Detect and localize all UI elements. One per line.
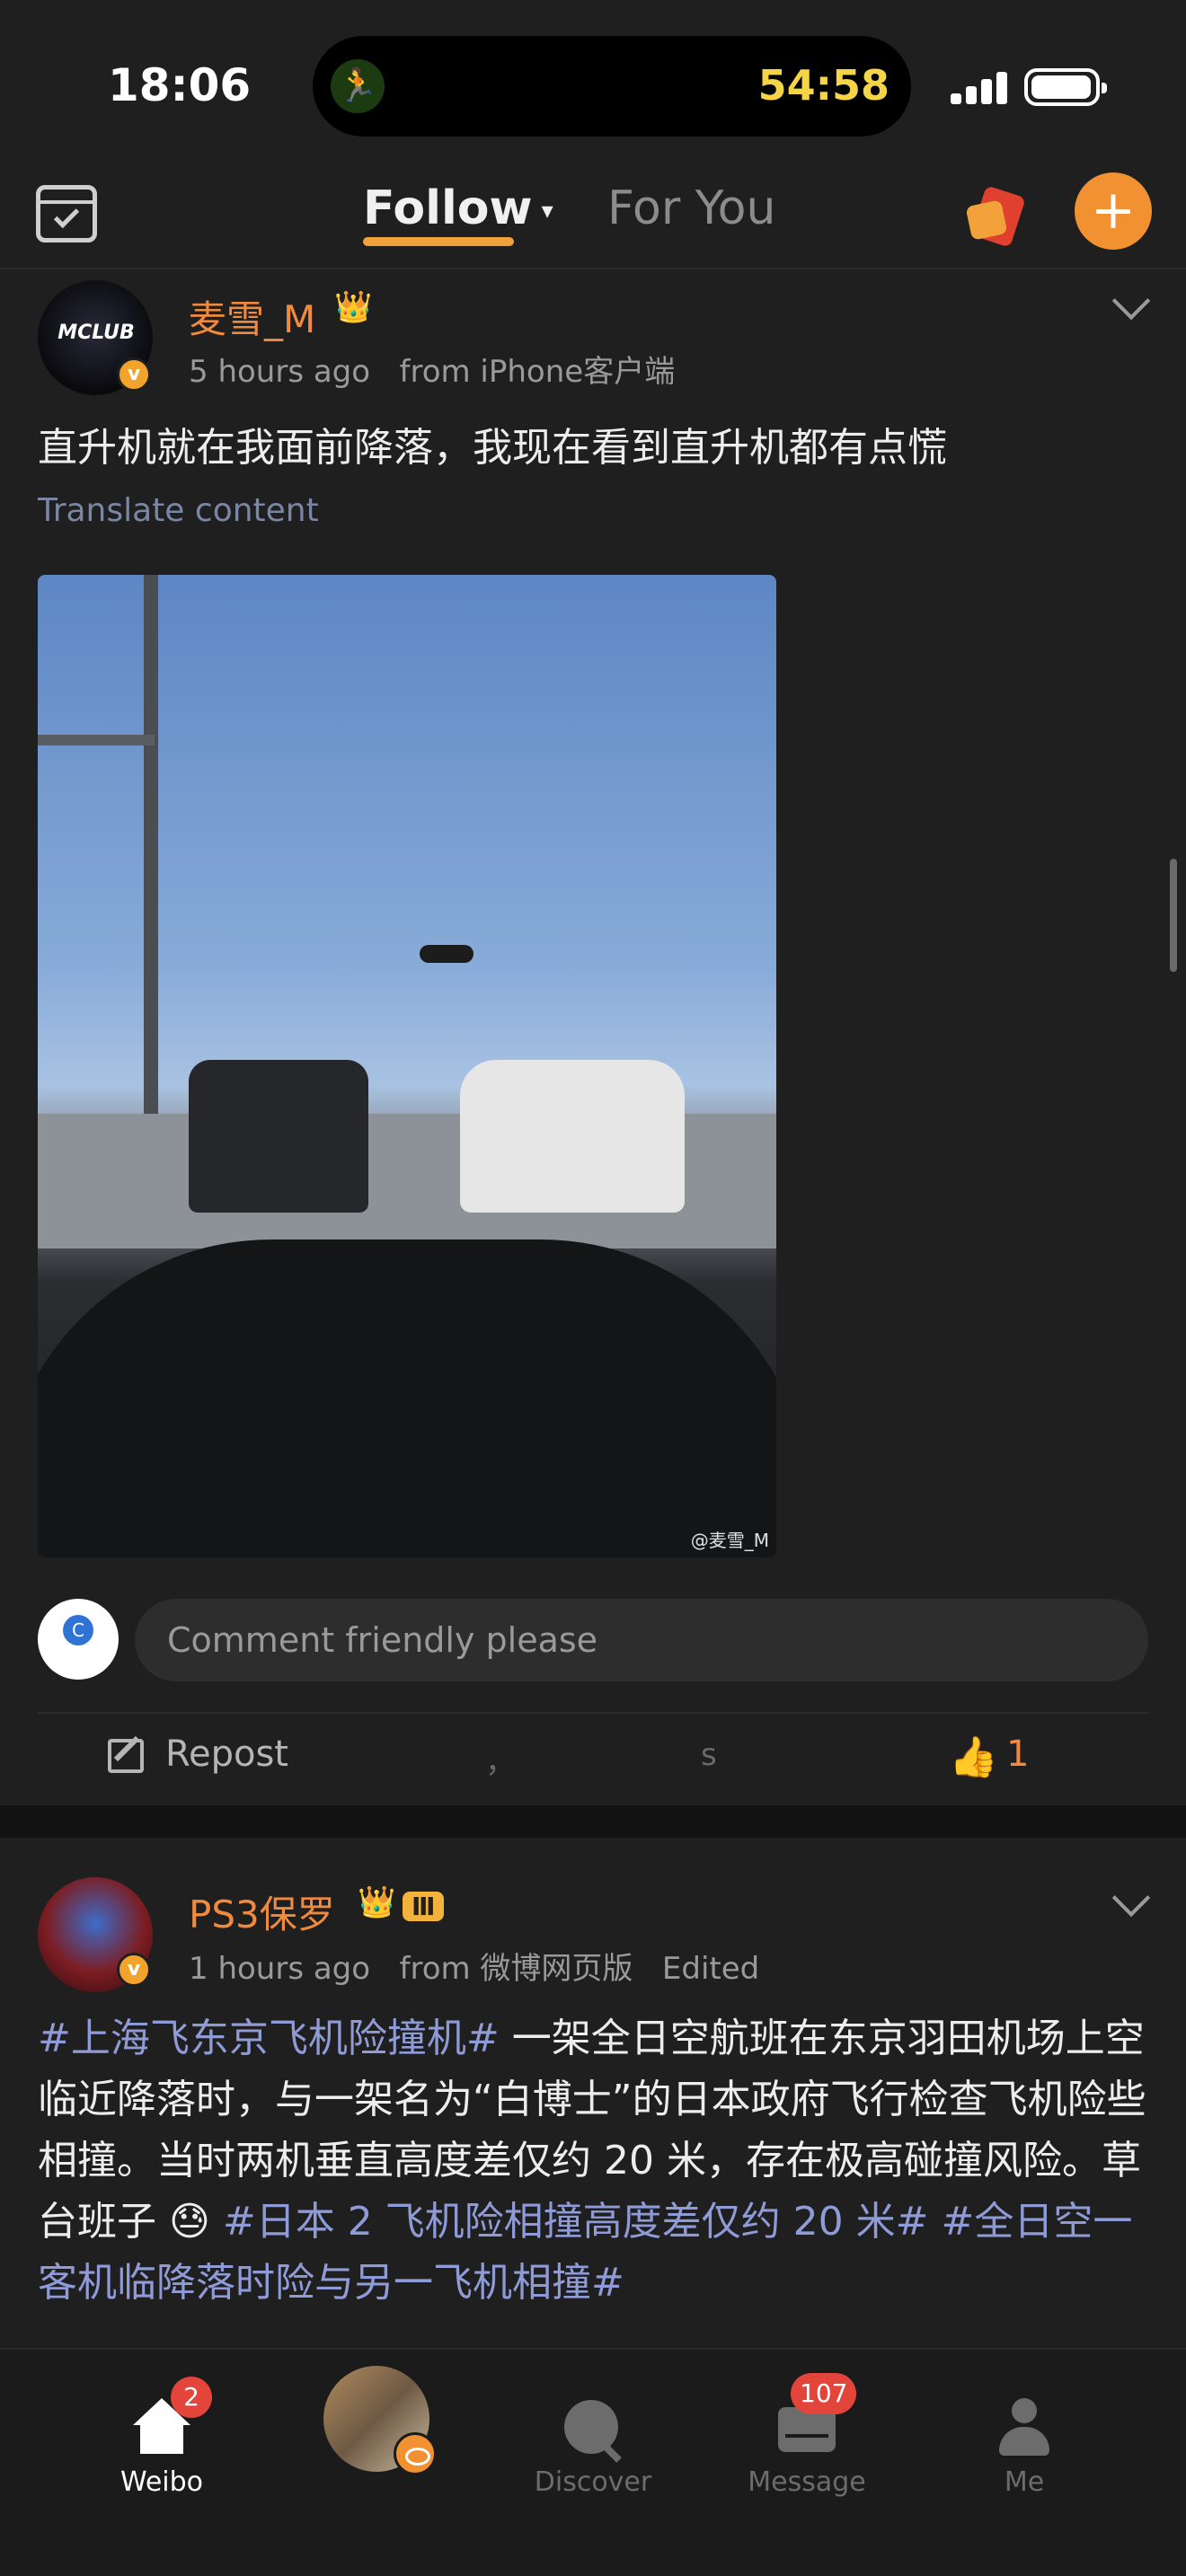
add-post-button[interactable]: +	[1075, 172, 1152, 250]
helicopter-shape	[420, 945, 474, 963]
chevron-down-icon[interactable]	[1111, 281, 1151, 321]
edited-label: Edited	[661, 1951, 760, 1987]
post-meta: 1 hours ago from 微博网页版 Edited	[189, 1944, 759, 1988]
post-separator	[0, 1805, 1186, 1838]
tab-follow[interactable]: Follow ▾	[363, 181, 553, 235]
comment-row: C Comment friendly please	[0, 1595, 1186, 1685]
post-actions: Repost ， s 👍 1	[0, 1707, 1186, 1805]
post-source: from 微博网页版	[399, 1951, 633, 1987]
post-meta: 5 hours ago from iPhone客户端	[189, 347, 675, 391]
bottom-tab-bar: 2 Weibo Discover 107 Message Me	[0, 2348, 1186, 2576]
activity-timer: 54:58	[757, 61, 890, 110]
notification-badge: 107	[791, 2373, 857, 2414]
caret-down-icon: ▾	[541, 198, 553, 225]
notification-badge: 2	[171, 2377, 212, 2418]
tab-label: Me	[1004, 2466, 1045, 2498]
share-button[interactable]: s	[701, 1737, 717, 1773]
tab-me[interactable]: Me	[934, 2377, 1114, 2502]
post-username[interactable]: 麦雪_M	[189, 289, 315, 344]
verified-badge-icon: v	[117, 357, 151, 392]
profile-icon	[997, 2398, 1051, 2456]
repost-button[interactable]: Repost	[165, 1734, 288, 1775]
chevron-down-icon[interactable]	[1111, 1878, 1151, 1918]
comment-button[interactable]: ，	[485, 1737, 516, 1781]
status-time: 18:06	[108, 59, 252, 111]
search-icon	[564, 2400, 618, 2454]
post-text: 直升机就在我面前降落，我现在看到直升机都有点慌	[38, 425, 947, 471]
repost-icon[interactable]	[108, 1739, 144, 1773]
like-count: 1	[1006, 1734, 1030, 1775]
feed-post: MCLUB v 麦雪_M 👑 5 hours ago from iPhone客户…	[0, 269, 1186, 1805]
post-source: from iPhone客户端	[399, 354, 676, 390]
calendar-check-icon[interactable]	[36, 185, 97, 243]
tab-weibo[interactable]: 2 Weibo	[72, 2377, 252, 2502]
feed-post: v PS3保罗 👑 Ⅲ 1 hours ago from 微博网页版 Edite…	[0, 1838, 1186, 2350]
avatar-logo: MCLUB	[58, 322, 135, 344]
image-watermark: @麦雪_M	[690, 1530, 769, 1551]
status-bar: 18:06 🏃 54:58	[0, 0, 1186, 162]
scrollbar[interactable]	[1170, 859, 1177, 972]
top-navigation: Follow ▾ For You +	[0, 162, 1186, 269]
crown-icon: 👑	[334, 289, 373, 325]
eye-icon	[394, 2432, 437, 2475]
level-badge: Ⅲ	[403, 1892, 445, 1921]
post-username[interactable]: PS3保罗	[189, 1884, 335, 1939]
plus-icon: +	[1090, 179, 1137, 242]
crown-icon: 👑	[358, 1884, 396, 1920]
red-packet-icon[interactable]	[965, 183, 1030, 248]
post-image[interactable]: @麦雪_M	[38, 575, 776, 1557]
tab-follow-label: Follow	[363, 181, 533, 235]
comment-input[interactable]: Comment friendly please	[135, 1599, 1148, 1681]
tab-label: Weibo	[119, 2466, 204, 2498]
tab-label: Message	[748, 2466, 866, 2498]
active-tab-indicator	[363, 237, 514, 246]
thumbs-up-icon[interactable]: 👍	[949, 1734, 998, 1780]
post-time: 5 hours ago	[189, 354, 371, 390]
cellular-signal-icon	[951, 72, 1008, 104]
post-time: 1 hours ago	[189, 1951, 371, 1987]
tab-for-you[interactable]: For You	[607, 181, 775, 235]
hashtag-link[interactable]: #日本 2 飞机险相撞高度差仅约 20 米#	[223, 2199, 929, 2245]
tab-message[interactable]: 107 Message	[717, 2373, 897, 2502]
post-text: #上海飞东京飞机险撞机# 一架全日空航班在东京羽田机场上空临近降落时，与一架名为…	[38, 2008, 1152, 2314]
hashtag-link[interactable]: #上海飞东京飞机险撞机#	[38, 2016, 500, 2061]
battery-icon	[1024, 68, 1107, 106]
translate-link[interactable]: Translate content	[38, 492, 319, 529]
verified-badge-icon: v	[117, 1953, 151, 1987]
dynamic-island[interactable]: 🏃 54:58	[313, 36, 911, 137]
tab-discover[interactable]: Discover	[503, 2377, 683, 2502]
commenter-avatar: C	[38, 1599, 119, 1680]
tab-label: Discover	[534, 2466, 652, 2498]
running-icon: 🏃	[331, 59, 385, 113]
